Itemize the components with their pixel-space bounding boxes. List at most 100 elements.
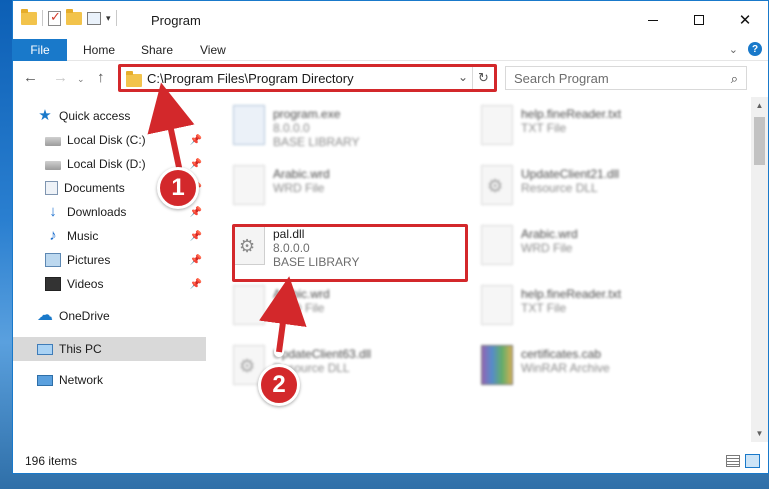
file-version: 8.0.0.0 [273,121,310,135]
sidebar-item-onedrive[interactable]: ☁ OneDrive [13,304,206,328]
pin-icon[interactable]: 📌 [190,159,202,170]
download-icon: ↓ [49,203,57,220]
title-bar: ▾ Program ✕ [13,1,768,39]
text-file-icon [481,105,513,145]
dll-icon [481,165,513,205]
network-icon [37,374,53,386]
sidebar-item-label: This PC [59,342,102,356]
scroll-up-icon[interactable]: ▲ [751,97,768,114]
file-name: help.fineReader.txt [521,107,622,121]
customize-icon[interactable] [87,11,101,25]
step-1-badge: 1 [157,167,199,209]
tab-home[interactable]: Home [83,43,115,57]
sidebar-item-label: Downloads [67,205,127,219]
file-item[interactable]: certificates.cab WinRAR Archive [459,339,694,393]
pin-icon[interactable]: 📌 [190,231,202,242]
search-icon[interactable]: ⌕ [731,71,738,87]
file-item[interactable]: Arabic.wrd WRD File [459,219,694,273]
help-icon[interactable]: ? [748,42,762,56]
file-name: Arabic.wrd [273,167,330,181]
text-file-icon [481,285,513,325]
sidebar-item-label: Pictures [67,253,111,267]
ribbon-controls: ⌄ ? [729,42,762,56]
sidebar-item-pictures[interactable]: Pictures 📌 [13,248,206,272]
search-input[interactable]: Search Program [514,71,609,86]
pin-icon[interactable]: 📌 [190,279,202,290]
file-icon [233,165,265,205]
pin-icon[interactable]: 📌 [190,207,202,218]
search-box[interactable]: Search Program ⌕ [505,66,747,90]
disk-icon [45,161,61,170]
recent-locations-icon[interactable]: ⌄ [77,74,85,85]
status-bar: 196 items [13,449,768,473]
file-type: WRD File [521,241,573,255]
pin-icon[interactable]: 📌 [190,255,202,266]
file-name: program.exe [273,107,341,121]
file-item[interactable]: UpdateClient21.dll Resource DLL [459,159,694,213]
file-item[interactable]: help.fineReader.txt TXT File [459,279,694,333]
step-2-badge: 2 [258,364,300,406]
scroll-thumb[interactable] [754,117,765,165]
toolbar-divider [115,10,117,26]
file-highlight-box [232,224,468,282]
forward-button[interactable]: → [53,69,68,86]
file-item[interactable]: help.fineReader.txt TXT File [459,99,694,153]
scroll-down-icon[interactable]: ▼ [751,425,768,442]
qat-dropdown-icon[interactable]: ▾ [106,13,111,24]
file-type: WinRAR Archive [521,361,610,375]
file-item[interactable]: Arabic.wrd WRD File [211,279,446,333]
file-item[interactable]: UpdateClient63.dll Resource DLL [211,339,446,393]
details-view-icon[interactable] [726,455,740,467]
sidebar-item-music[interactable]: ♪ Music 📌 [13,224,206,248]
new-folder-icon[interactable] [66,8,82,25]
sidebar-item-videos[interactable]: Videos 📌 [13,272,206,296]
file-name: help.fineReader.txt [521,287,622,301]
file-item[interactable]: program.exe 8.0.0.0 BASE LIBRARY [211,99,446,153]
close-button[interactable]: ✕ [722,1,768,39]
address-highlight-box [118,64,497,92]
item-count: 196 items [25,454,78,468]
navigation-pane: ★ Quick access Local Disk (C:) 📌 Local D… [13,97,206,442]
sidebar-item-network[interactable]: Network [13,368,206,392]
up-button[interactable]: ↑ [97,69,105,86]
pictures-icon [45,253,61,267]
folder-icon [21,8,37,25]
file-item[interactable]: Arabic.wrd WRD File [211,159,446,213]
sidebar-item-label: Quick access [59,109,131,123]
pin-icon[interactable]: 📌 [190,135,202,146]
minimize-button[interactable] [630,1,676,39]
tab-share[interactable]: Share [141,43,173,57]
vertical-scrollbar[interactable]: ▲ ▼ [751,97,768,442]
tab-view[interactable]: View [200,43,226,57]
videos-icon [45,277,61,291]
tab-file[interactable]: File [13,39,67,61]
sidebar-item-quick-access[interactable]: ★ Quick access [13,104,206,128]
sidebar-item-local-disk-c[interactable]: Local Disk (C:) 📌 [13,128,206,152]
file-name: UpdateClient21.dll [521,167,620,181]
ribbon-tabs: File Home Share View ⌄ ? [13,39,768,61]
back-button[interactable]: ← [23,69,38,86]
sidebar-item-label: Documents [64,181,125,195]
toolbar-divider [42,10,43,26]
large-icons-view-icon[interactable] [745,454,760,468]
file-name: Arabic.wrd [273,287,330,301]
sidebar-item-this-pc[interactable]: This PC [13,337,206,361]
expand-ribbon-icon[interactable]: ⌄ [729,43,738,56]
star-icon: ★ [38,107,52,124]
computer-icon [37,343,53,355]
quick-access-toolbar: ▾ [21,8,117,26]
file-icon [481,225,513,265]
file-icon [233,285,265,325]
file-type: TXT File [521,121,567,135]
archive-icon [481,345,513,385]
music-icon: ♪ [49,227,57,244]
maximize-button[interactable] [676,1,722,39]
documents-icon [45,181,58,195]
navigation-bar: ← → ⌄ ↑ C:\Program Files\Program Directo… [13,64,768,94]
sidebar-item-label: Music [67,229,99,243]
close-icon: ✕ [738,12,752,29]
window-title: Program [151,13,201,28]
minimize-icon [648,19,658,21]
file-name: certificates.cab [521,347,602,361]
properties-check-icon[interactable] [48,9,61,26]
